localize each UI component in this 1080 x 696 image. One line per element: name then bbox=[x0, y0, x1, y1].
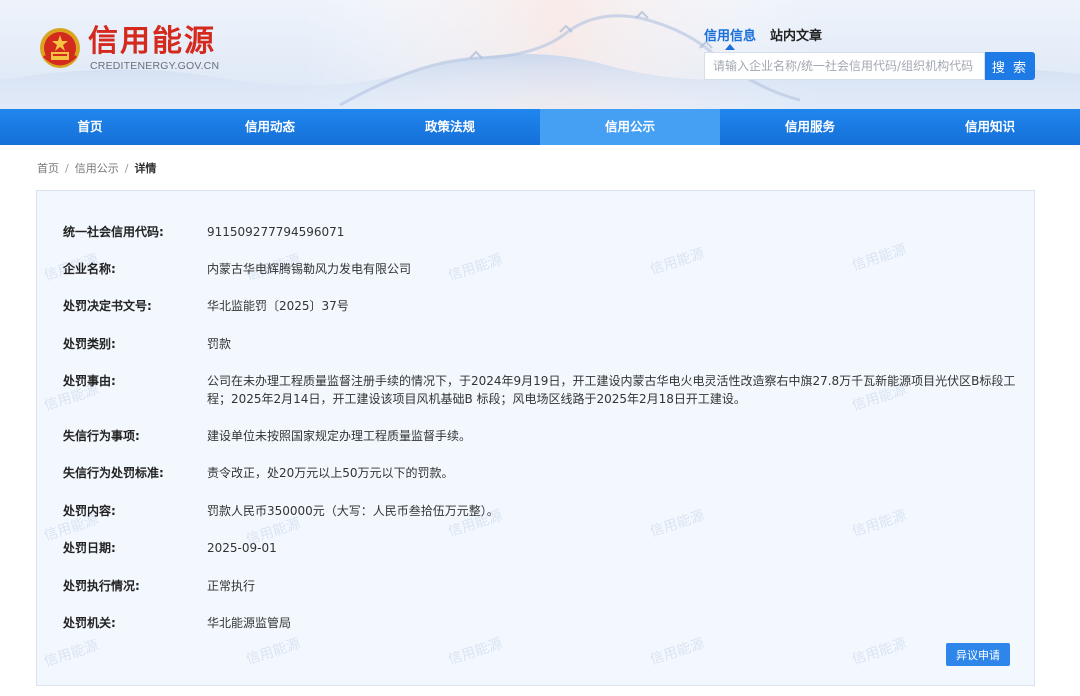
nav-item-credit-services[interactable]: 信用服务 bbox=[720, 109, 900, 145]
field-label: 处罚日期: bbox=[63, 541, 116, 555]
field-label: 处罚决定书文号: bbox=[63, 299, 152, 313]
watermark: 信用能源 bbox=[648, 635, 707, 669]
main-nav: 首页 信用动态 政策法规 信用公示 信用服务 信用知识 bbox=[0, 109, 1080, 145]
breadcrumb: 首页 / 信用公示 / 详情 bbox=[37, 160, 156, 176]
field-value: 责令改正，处20万元以上50万元以下的罚款。 bbox=[207, 466, 454, 480]
watermark: 信用能源 bbox=[244, 635, 303, 669]
search-tab-site-articles[interactable]: 站内文章 bbox=[770, 25, 822, 45]
field-label: 失信行为处罚标准: bbox=[63, 466, 164, 480]
national-emblem-icon bbox=[40, 28, 80, 68]
field-value: 公司在未办理工程质量监督注册手续的情况下，于2024年9月19日，开工建设内蒙古… bbox=[207, 374, 1016, 406]
nav-item-home[interactable]: 首页 bbox=[0, 109, 180, 145]
field-value: 2025-09-01 bbox=[207, 541, 277, 555]
penalty-detail-panel: 信用能源 信用能源 信用能源 信用能源 信用能源 信用能源 信用能源 信用能源 … bbox=[36, 190, 1035, 686]
site-logo-text[interactable]: 信用能源 bbox=[88, 24, 216, 60]
site-header: 信用能源 CREDITENERGY.GOV.CN 信用信息 站内文章 搜 索 bbox=[0, 0, 1080, 109]
watermark: 信用能源 bbox=[850, 635, 909, 669]
field-value: 内蒙古华电辉腾锡勒风力发电有限公司 bbox=[207, 262, 412, 276]
field-label: 失信行为事项: bbox=[63, 429, 140, 443]
field-value: 911509277794596071 bbox=[207, 225, 345, 239]
site-domain-text: CREDITENERGY.GOV.CN bbox=[90, 60, 220, 72]
nav-item-credit-disclosure[interactable]: 信用公示 bbox=[540, 109, 720, 145]
search-button[interactable]: 搜 索 bbox=[985, 52, 1035, 80]
watermark: 信用能源 bbox=[42, 637, 101, 671]
nav-item-credit-news[interactable]: 信用动态 bbox=[180, 109, 360, 145]
field-value: 罚款人民币350000元（大写：人民币叁拾伍万元整）。 bbox=[207, 504, 499, 518]
field-value: 华北能源监管局 bbox=[207, 616, 292, 630]
search-input[interactable] bbox=[704, 52, 985, 80]
nav-item-policies[interactable]: 政策法规 bbox=[360, 109, 540, 145]
search-tab-credit-info[interactable]: 信用信息 bbox=[704, 25, 756, 50]
field-value: 正常执行 bbox=[207, 579, 256, 593]
field-label: 企业名称: bbox=[63, 262, 116, 276]
field-value: 罚款 bbox=[207, 337, 232, 351]
breadcrumb-separator: / bbox=[65, 162, 69, 175]
field-label: 处罚类别: bbox=[63, 337, 116, 351]
field-label: 处罚执行情况: bbox=[63, 579, 140, 593]
breadcrumb-separator: / bbox=[124, 162, 129, 175]
search-tabs: 信用信息 站内文章 bbox=[704, 25, 822, 50]
field-value: 建设单位未按照国家规定办理工程质量监督手续。 bbox=[207, 429, 472, 443]
watermark: 信用能源 bbox=[446, 635, 505, 669]
breadcrumb-current: 详情 bbox=[134, 162, 157, 175]
nav-item-credit-knowledge[interactable]: 信用知识 bbox=[900, 109, 1080, 145]
field-label: 处罚内容: bbox=[63, 504, 116, 518]
breadcrumb-credit-disclosure[interactable]: 信用公示 bbox=[75, 162, 119, 175]
field-label: 处罚机关: bbox=[63, 616, 116, 630]
breadcrumb-home[interactable]: 首页 bbox=[37, 162, 59, 175]
field-value: 华北监能罚〔2025〕37号 bbox=[207, 299, 349, 313]
objection-apply-button[interactable]: 异议申请 bbox=[946, 643, 1010, 666]
field-label: 处罚事由: bbox=[63, 374, 116, 388]
field-label: 统一社会信用代码: bbox=[63, 225, 164, 239]
